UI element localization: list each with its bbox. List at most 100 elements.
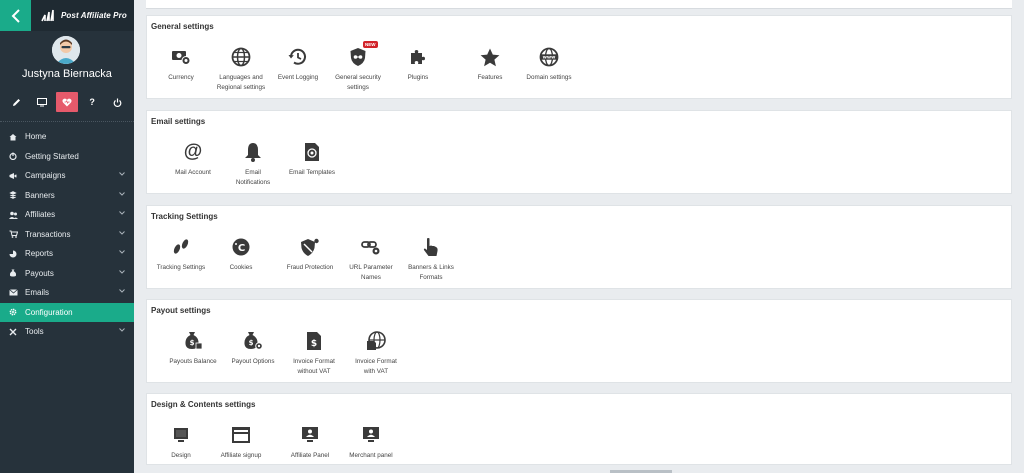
tile-label: Merchant panel: [349, 452, 393, 459]
sidebar-item-label: Home: [25, 132, 47, 142]
emails-icon: [8, 288, 18, 298]
svg-text:www: www: [543, 56, 556, 61]
sidebar-item-banners[interactable]: Banners: [0, 186, 134, 206]
chevron-down-icon: [119, 328, 125, 332]
svg-text:$: $: [249, 339, 254, 347]
tile-label: Domain settings: [526, 74, 572, 81]
section-title: General settings: [151, 22, 214, 31]
logout-button[interactable]: [106, 92, 128, 112]
help-button[interactable]: ?: [81, 92, 103, 112]
merchant-panel-tile[interactable]: Merchant panel: [340, 425, 402, 461]
tile-label: Mail Account: [175, 169, 211, 176]
fraud-protection-tile[interactable]: Fraud Protection: [279, 237, 341, 273]
plugins-tile[interactable]: Plugins: [387, 47, 449, 83]
sidebar-divider: [0, 121, 134, 122]
user-name: Justyna Biernacka: [22, 68, 112, 80]
sidebar-item-emails[interactable]: Emails: [0, 283, 134, 303]
tile-label: Affiliate Panel: [290, 452, 330, 459]
event-logging-icon: [288, 47, 308, 67]
sidebar-item-payouts[interactable]: Payouts: [0, 264, 134, 284]
sidebar-item-home[interactable]: Home: [0, 127, 134, 147]
security-settings-tile[interactable]: NEW General security settings: [327, 41, 389, 92]
banners-links-formats-tile[interactable]: Banners & Links Formats: [400, 237, 462, 282]
affiliate-signup-tile[interactable]: Affiliate signup: [210, 425, 272, 461]
event-logging-tile[interactable]: Event Logging: [267, 47, 329, 83]
tile-label: Affiliate signup: [220, 452, 262, 459]
globe-icon: [231, 47, 251, 67]
campaigns-icon: [8, 171, 18, 181]
email-notifications-tile[interactable]: Email Notifications: [222, 142, 284, 187]
sidebar-item-campaigns[interactable]: Campaigns: [0, 166, 134, 186]
top-panel: [146, 0, 1012, 9]
favorites-button[interactable]: [55, 92, 78, 112]
tile-label: Fraud Protection: [286, 264, 334, 271]
payouts-balance-tile[interactable]: $ Payouts Balance: [162, 331, 224, 367]
invoice-icon: $: [304, 331, 324, 351]
tracking-settings-tile[interactable]: Tracking Settings: [150, 237, 212, 273]
url-parameter-names-tile[interactable]: URL Parameter Names: [340, 237, 402, 282]
tile-label: URL Parameter Names: [349, 264, 393, 281]
pencil-icon: [13, 98, 21, 106]
mail-account-tile[interactable]: @ Mail Account: [162, 142, 224, 178]
affiliate-panel-tile[interactable]: Affiliate Panel: [279, 425, 341, 461]
screen-button[interactable]: [31, 92, 53, 112]
design-tile[interactable]: Design: [150, 425, 212, 461]
svg-text:$: $: [190, 339, 195, 347]
tile-label: Plugins: [407, 74, 429, 81]
chevron-left-icon: [11, 8, 20, 23]
cookies-tile[interactable]: C Cookies: [210, 237, 272, 273]
invoice-vat-icon: [366, 331, 386, 351]
security-icon: [348, 47, 368, 67]
tile-label: Email Templates: [288, 169, 336, 176]
payout-options-tile[interactable]: $ Payout Options: [222, 331, 284, 367]
reports-icon: [8, 249, 18, 259]
email-templates-tile[interactable]: Email Templates: [281, 142, 343, 178]
transactions-icon: [8, 229, 18, 239]
sidebar-item-label: Campaigns: [25, 171, 66, 181]
tile-label: Event Logging: [277, 74, 319, 81]
merchant-panel-icon: [361, 425, 381, 445]
section-title: Tracking Settings: [151, 212, 218, 221]
svg-text:$: $: [311, 339, 317, 349]
languages-tile[interactable]: Languages and Regional settings: [210, 47, 272, 92]
tile-label: Tracking Settings: [156, 264, 206, 271]
back-button[interactable]: [0, 0, 31, 31]
chevron-down-icon: [119, 211, 125, 215]
chevron-down-icon: [119, 230, 125, 235]
tile-label: Banners & Links Formats: [408, 264, 454, 281]
sidebar-item-transactions[interactable]: Transactions: [0, 225, 134, 245]
sidebar-item-label: Emails: [25, 288, 50, 298]
chevron-down-icon: [119, 289, 125, 293]
features-tile[interactable]: Features: [459, 47, 521, 83]
tile-label: Languages and Regional settings: [216, 74, 266, 91]
puzzle-icon: [408, 47, 428, 67]
invoice-with-vat-tile[interactable]: Invoice Format with VAT: [345, 331, 407, 376]
sidebar-item-configuration[interactable]: Configuration: [0, 302, 134, 322]
home-icon: [8, 132, 18, 142]
tile-label: Currency: [168, 74, 194, 81]
tile-label: General security settings: [335, 74, 381, 91]
sidebar-item-tools[interactable]: Tools: [0, 322, 134, 342]
sidebar-item-label: Transactions: [25, 229, 71, 239]
avatar[interactable]: [52, 36, 80, 64]
invoice-without-vat-tile[interactable]: $ Invoice Format without VAT: [283, 331, 345, 376]
tools-icon: [8, 327, 18, 337]
domain-settings-tile[interactable]: www Domain settings: [518, 47, 580, 83]
sidebar-item-getting-started[interactable]: Getting Started: [0, 147, 134, 167]
edit-profile-button[interactable]: [6, 92, 28, 112]
currency-icon: [171, 47, 191, 67]
section-title: Design & Contents settings: [151, 400, 256, 409]
email-settings-section: Email settings @ Mail Account Email Noti…: [146, 110, 1012, 194]
monitor-icon: [171, 425, 191, 445]
sidebar-item-affiliates[interactable]: Affiliates: [0, 205, 134, 225]
cookie-icon: C: [231, 237, 251, 257]
app-logo: Post Affiliate Pro: [31, 0, 134, 31]
chevron-down-icon: [119, 172, 125, 176]
section-title: Payout settings: [151, 306, 211, 315]
tile-label: Design: [171, 452, 191, 459]
currency-tile[interactable]: Currency: [150, 47, 212, 83]
sidebar-item-label: Payouts: [25, 268, 54, 278]
pointer-hand-icon: [421, 237, 441, 257]
email-template-icon: [302, 142, 322, 162]
sidebar-item-reports[interactable]: Reports: [0, 244, 134, 264]
